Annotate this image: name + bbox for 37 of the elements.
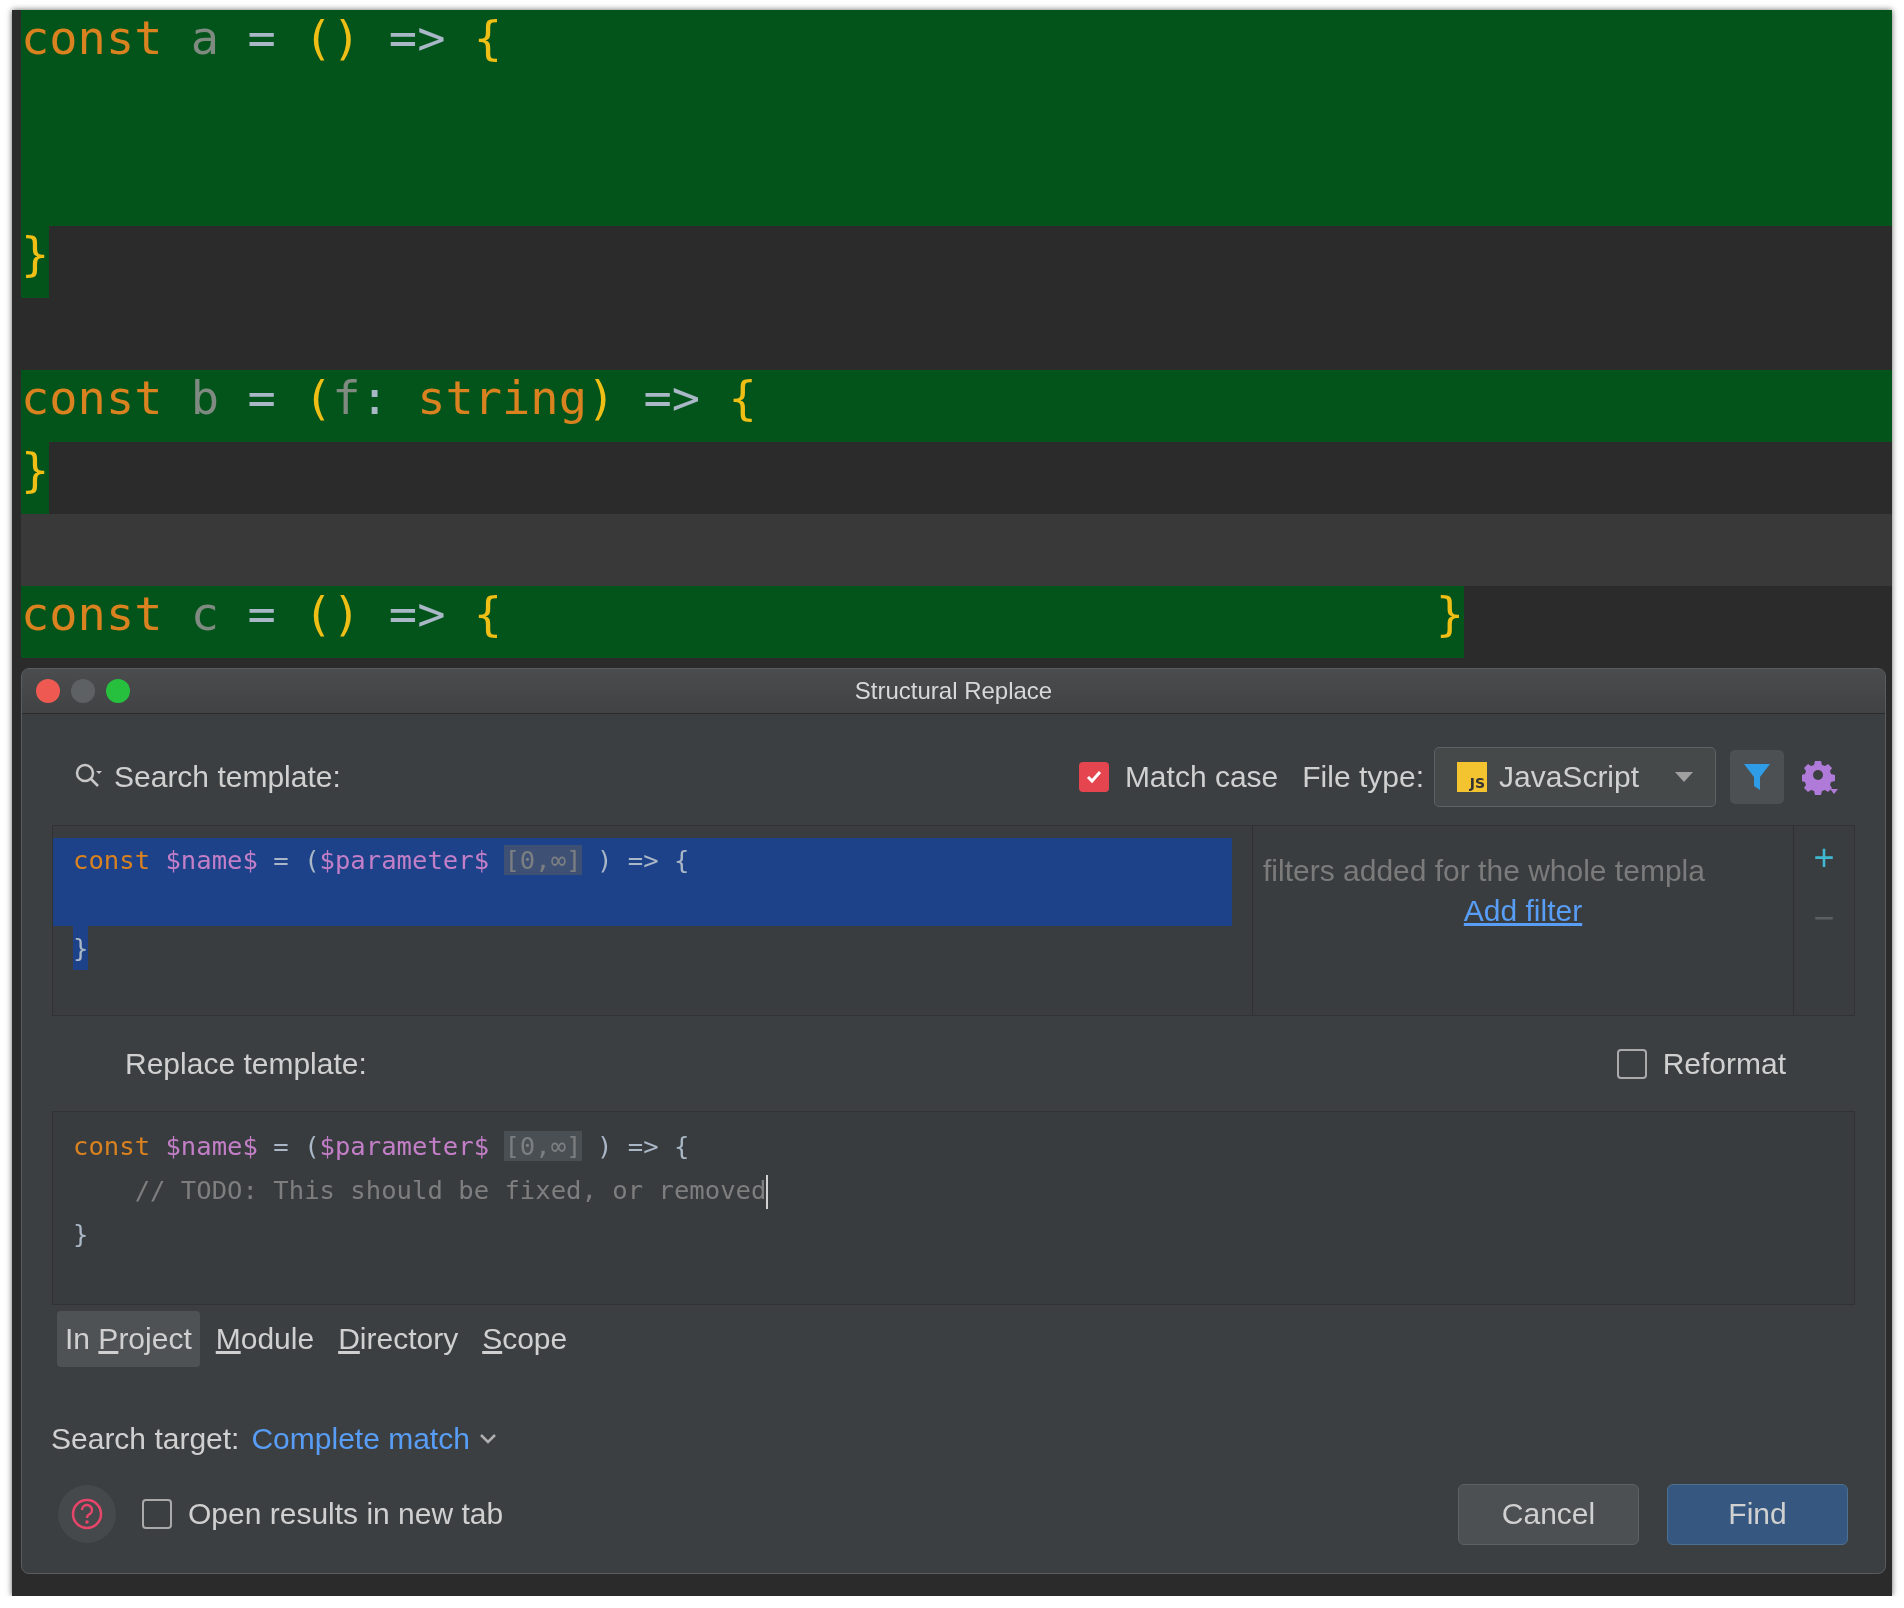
settings-icon[interactable] [1802,759,1840,795]
field-label: File type: [1302,760,1424,794]
checkbox[interactable] [142,1499,172,1529]
field-label: Search template: [114,760,342,794]
javascript-file-icon: JS [1457,762,1487,792]
scope-tab[interactable]: Scope [474,1311,576,1367]
field-label: Replace template: [125,1046,367,1081]
funnel-icon [1743,762,1771,792]
close-button[interactable] [36,679,60,703]
add-icon[interactable]: + [1813,840,1835,876]
checkbox-label: Reformat [1662,1046,1786,1081]
checkbox[interactable] [1616,1048,1647,1079]
checkbox-label: Match case [1124,760,1279,794]
checkbox[interactable] [1078,762,1109,792]
file-type-dropdown[interactable]: JS JavaScript [1434,747,1716,807]
code-line: // TODO: This should be fixed, or removed [73,1168,769,1212]
scope-tab[interactable]: Directory [330,1311,467,1367]
scope-tab[interactable]: Module [207,1311,323,1367]
search-template-editor[interactable]: const $name$ = ($parameter$ [0,∞] ) => { } filters added for the whole templa Add filter + − [52,825,1855,1016]
checkbox-label: Open results in new tab [188,1497,504,1531]
zoom-button[interactable] [106,679,130,703]
scope-tab[interactable]: In Project [57,1311,200,1367]
code-line: const b = (f: string) => { [21,370,757,427]
chevron-down-icon [479,1434,496,1444]
window-title: Structural Replace [854,677,1053,704]
code-line: const a = () => { [21,10,503,67]
text-caret [766,1175,769,1209]
add-filter-link[interactable]: Add filter [1463,894,1583,928]
field-label: Search target: [51,1422,240,1456]
filter-hint: filters added for the whole templa [1262,854,1705,888]
code-line: } [73,1218,89,1251]
help-icon [70,1497,104,1531]
search-target-dropdown[interactable]: Complete match [251,1422,496,1456]
cancel-button[interactable]: Cancel [1458,1483,1639,1545]
find-button[interactable]: Find [1667,1483,1848,1545]
caret-icon [1675,771,1693,783]
filter-button[interactable] [1730,750,1784,804]
